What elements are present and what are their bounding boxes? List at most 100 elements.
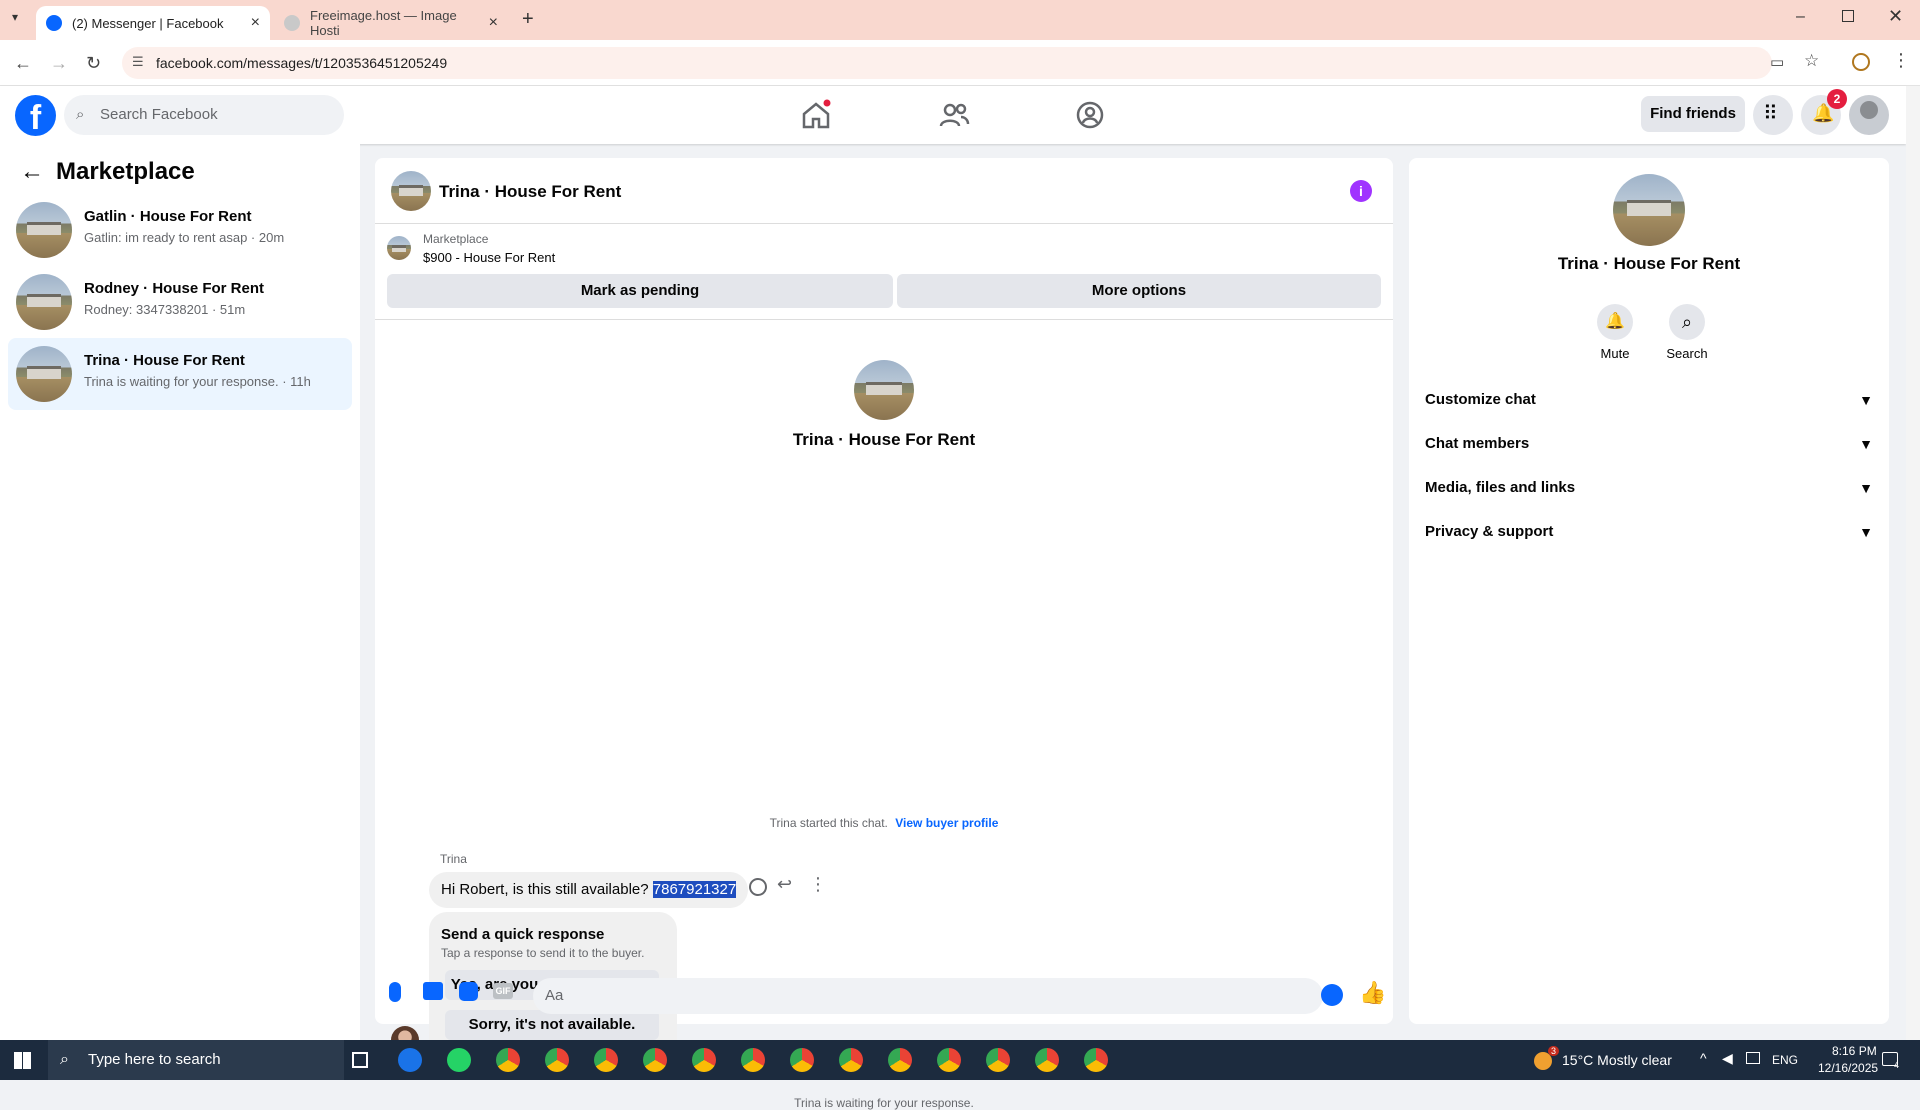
whatsapp-icon[interactable] [447,1048,471,1072]
listing-title[interactable]: $900 - House For Rent [423,250,555,265]
privacy-support-section[interactable]: Privacy & support ▼ [1425,514,1873,550]
search-icon: ⌕ [60,1051,69,1068]
back-arrow-icon[interactable]: ← [14,53,32,74]
chrome-icon[interactable] [986,1048,1010,1072]
listing-thumbnail [387,236,411,260]
message-bubble[interactable]: Hi Robert, is this still available? 7867… [429,872,749,908]
conversation-item[interactable]: Gatlin · House For Rent Gatlin: im ready… [8,194,352,266]
browser-app-icon[interactable] [398,1048,422,1072]
notifications-button[interactable]: 🔔 2 [1801,89,1847,135]
listing-bar: Marketplace $900 - House For Rent Mark a… [375,224,1393,320]
details-name: Trina · House For Rent [1557,254,1741,273]
chrome-icon[interactable] [1084,1048,1108,1072]
site-info-icon[interactable]: ☰ [132,54,144,70]
network-icon[interactable] [1746,1052,1760,1064]
windows-taskbar: ⌕ Type here to search 3 15°C Mostly clea… [0,1040,1920,1080]
view-buyer-profile-link[interactable]: View buyer profile [895,816,998,830]
more-actions-icon[interactable]: ⋮ [809,874,827,895]
groups-icon[interactable] [1074,99,1106,131]
clock-time[interactable]: 8:16 PM [1832,1044,1877,1058]
chrome-icon[interactable] [839,1048,863,1072]
new-tab-icon[interactable]: + [522,8,534,31]
forward-arrow-icon[interactable]: → [50,53,68,74]
task-view-icon[interactable] [352,1052,368,1068]
more-options-button[interactable]: More options [897,274,1381,308]
chrome-icon[interactable] [937,1048,961,1072]
intro-avatar [854,360,914,420]
chrome-icon[interactable] [888,1048,912,1072]
browser-menu-icon[interactable]: ⋮ [1892,50,1910,71]
mute-label: Mute [1600,346,1630,361]
microphone-icon[interactable] [389,982,401,1002]
chat-title[interactable]: Trina · House For Rent [439,182,621,202]
close-window-icon[interactable]: ✕ [1888,6,1903,27]
intro-name: Trina · House For Rent [792,430,976,449]
chrome-icon[interactable] [594,1048,618,1072]
customize-chat-section[interactable]: Customize chat ▼ [1425,382,1873,418]
grid-icon: ⠿ [1763,103,1778,125]
chrome-icon[interactable] [692,1048,716,1072]
chat-started-text: Trina started this chat. [769,816,888,830]
weather-text[interactable]: 15°C Mostly clear [1562,1052,1672,1068]
browser-tab-bar: ▾ (2) Messenger | Facebook × Freeimage.h… [0,0,1920,40]
emoji-icon[interactable] [1321,984,1343,1006]
media-files-links-section[interactable]: Media, files and links ▼ [1425,470,1873,506]
thumbs-up-icon[interactable]: 👍 [1359,980,1386,1006]
tab-title: Freeimage.host — Image Hosti [310,8,457,38]
close-tab-icon[interactable]: × [251,14,260,32]
sticker-icon[interactable] [459,982,478,1001]
account-avatar[interactable] [1849,95,1889,135]
menu-grid-button[interactable]: ⠿ [1753,95,1793,135]
info-icon[interactable]: i [1350,180,1372,202]
clock-date[interactable]: 12/16/2025 [1818,1061,1878,1075]
mark-pending-button[interactable]: Mark as pending [387,274,893,308]
close-tab-icon[interactable]: × [489,14,498,32]
chat-avatar[interactable] [391,171,431,211]
bookmark-star-icon[interactable]: ☆ [1804,51,1819,71]
facebook-logo-icon[interactable]: f [15,95,56,137]
friends-icon[interactable] [938,99,970,131]
find-friends-button[interactable]: Find friends [1641,96,1745,132]
chrome-icon[interactable] [741,1048,765,1072]
reply-icon[interactable]: ↩ [777,874,792,895]
conversation-name: Trina · House For Rent [84,352,245,369]
language-indicator[interactable]: ENG [1772,1053,1798,1067]
search-button[interactable]: ⌕ Search [1657,304,1717,361]
volume-icon[interactable]: ◀ [1722,1050,1733,1067]
install-app-icon[interactable]: ▭ [1770,53,1784,71]
mute-button[interactable]: 🔔 Mute [1585,304,1645,361]
minimize-icon[interactable]: – [1796,8,1805,26]
chrome-icon[interactable] [643,1048,667,1072]
panel-title: Marketplace [56,158,195,185]
tab-search-icon[interactable]: ▾ [12,10,18,24]
react-emoji-icon[interactable] [749,878,767,896]
facebook-header: f ⌕ Search Facebook Find friends ⠿ 🔔 2 [0,86,1906,144]
profile-icon[interactable] [1852,53,1870,71]
conversation-item-selected[interactable]: Trina · House For Rent Trina is waiting … [8,338,352,410]
tab-freeimage[interactable]: Freeimage.host — Image Hosti × [274,6,508,40]
tab-messenger[interactable]: (2) Messenger | Facebook × [36,6,270,40]
tray-chevron-icon[interactable]: ^ [1700,1050,1707,1066]
facebook-search-input[interactable]: ⌕ Search Facebook [64,95,344,135]
windows-start-icon[interactable] [14,1052,31,1069]
url-field[interactable]: ☰ facebook.com/messages/t/12035364512052… [122,47,1772,79]
home-icon[interactable] [800,99,832,131]
photo-icon[interactable] [423,982,443,1000]
tab-title: (2) Messenger | Facebook [72,15,224,31]
reload-icon[interactable]: ↻ [86,53,101,74]
chrome-icon[interactable] [545,1048,569,1072]
chrome-icon[interactable] [496,1048,520,1072]
page-scrollbar[interactable] [1906,86,1920,1040]
conversation-item[interactable]: Rodney · House For Rent Rodney: 33473382… [8,266,352,338]
restore-icon[interactable] [1842,10,1854,22]
avatar-icon [1860,101,1878,119]
chat-details-panel: Trina · House For Rent 🔔 Mute ⌕ Search C… [1409,158,1889,1024]
gif-icon[interactable]: GIF [493,983,513,999]
message-input[interactable]: Aa [533,978,1323,1014]
back-arrow-icon[interactable]: ← [20,158,44,186]
chrome-icon[interactable] [790,1048,814,1072]
message-composer: GIF Aa 👍 [375,968,1393,1024]
chat-members-section[interactable]: Chat members ▼ [1425,426,1873,462]
taskbar-search-input[interactable]: ⌕ Type here to search [48,1040,344,1080]
chrome-icon[interactable] [1035,1048,1059,1072]
